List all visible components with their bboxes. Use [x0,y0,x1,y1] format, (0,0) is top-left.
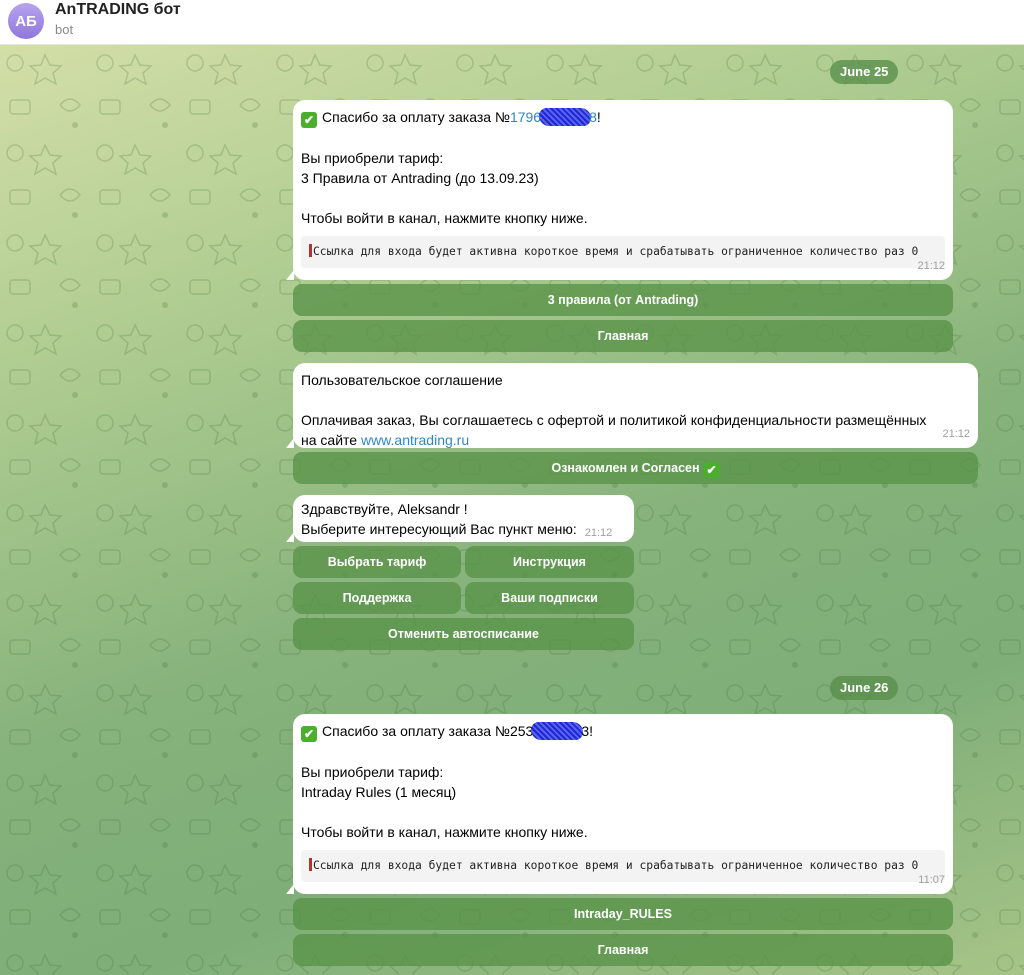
order-number-end: 3 [581,723,590,739]
plan-channel-button[interactable]: 3 правила (от Antrading) [293,284,953,316]
greeting-message[interactable]: Здравствуйте, Aleksandr ! Выберите интер… [286,495,634,543]
message-time: 21:12 [584,527,613,539]
date-separator: June 25 [830,60,899,84]
check-icon: ✔ [301,112,317,128]
message-time: 21:12 [942,428,970,440]
greeting-line: Здравствуйте, Aleksandr ! [301,501,468,517]
intraday-rules-button[interactable]: Intraday_RULES [293,898,953,930]
instruction-text: Чтобы войти в канал, нажмите кнопку ниже… [301,210,588,226]
agreement-text-prefix: на сайте [301,432,361,448]
date-separator: June 26 [830,676,899,700]
redaction-scribble [531,722,584,740]
payment-title-suffix: ! [596,109,601,125]
check-icon: ✔ [703,462,720,478]
bubble-tail [286,532,294,542]
menu-prompt: Выберите интересующий Вас пункт меню: 21:… [301,519,626,543]
chat-title[interactable]: AnTRADING бот [55,1,181,19]
notice-marker [309,244,312,257]
agreement-text-2: на сайте www.antrading.ru [301,430,970,450]
instruction-text: Чтобы войти в канал, нажмите кнопку ниже… [301,824,588,840]
main-menu-button[interactable]: Главная [293,320,953,352]
link-notice: Ссылка для входа будет активна короткое … [301,236,945,268]
chat-subtitle: bot [55,22,74,37]
payment-title-text: Спасибо за оплату заказа № [322,109,510,125]
plan-name: 3 Правила от Antrading (до 13.09.23) [301,170,539,186]
chat-header: АБ AnTRADING бот bot [0,0,1024,45]
support-button[interactable]: Поддержка [293,582,461,614]
agree-button[interactable]: Ознакомлен и Согласен ✔ [293,452,978,484]
cancel-autopay-button[interactable]: Отменить автосписание [293,618,634,650]
bubble-tail [286,270,294,280]
agree-button-label: Ознакомлен и Согласен [551,461,700,475]
bubble-tail [286,884,294,894]
avatar[interactable]: АБ [8,3,44,39]
subscriptions-button[interactable]: Ваши подписки [465,582,634,614]
main-menu-button[interactable]: Главная [293,934,953,966]
message-time: 21:12 [917,260,945,272]
plan-name: Intraday Rules (1 месяц) [301,784,457,800]
payment-message[interactable]: ✔ Спасибо за оплату заказа №1796 8! Вы при… [286,100,953,280]
redaction-scribble [539,108,592,126]
order-number: 253 [509,723,534,739]
payment-title: ✔ Спасибо за оплату заказа №1796 8! [301,107,945,128]
notice-text: Ссылка для входа будет активна короткое … [313,245,919,258]
menu-prompt-text: Выберите интересующий Вас пункт меню: [301,521,577,537]
order-number[interactable]: 1796 [510,109,541,125]
notice-marker [309,858,312,871]
agreement-text: Оплачивая заказ, Вы соглашаетесь с оферт… [301,412,927,428]
link-notice: Ссылка для входа будет активна короткое … [301,850,945,882]
check-icon: ✔ [301,726,317,742]
choose-plan-button[interactable]: Выбрать тариф [293,546,461,578]
chat-history[interactable]: June 25 ✔ Спасибо за оплату заказа №1796 8… [0,45,1024,975]
bubble-tail [286,438,294,448]
instructions-button[interactable]: Инструкция [465,546,634,578]
agreement-message[interactable]: Пользовательское соглашение Оплачивая за… [286,363,978,450]
plan-label: Вы приобрели тариф: [301,764,444,780]
site-link[interactable]: www.antrading.ru [361,432,469,448]
payment-title: ✔ Спасибо за оплату заказа №253 3! [301,721,945,742]
order-number-end[interactable]: 8 [589,109,597,125]
plan-label: Вы приобрели тариф: [301,150,444,166]
payment-title-suffix: ! [589,723,593,739]
message-time: 11:07 [918,874,945,886]
payment-message[interactable]: ✔ Спасибо за оплату заказа №253 3! Вы прио… [286,714,953,894]
notice-text: Ссылка для входа будет активна короткое … [313,859,919,872]
payment-title-text: Спасибо за оплату заказа № [322,723,510,739]
agreement-title: Пользовательское соглашение [301,372,503,388]
